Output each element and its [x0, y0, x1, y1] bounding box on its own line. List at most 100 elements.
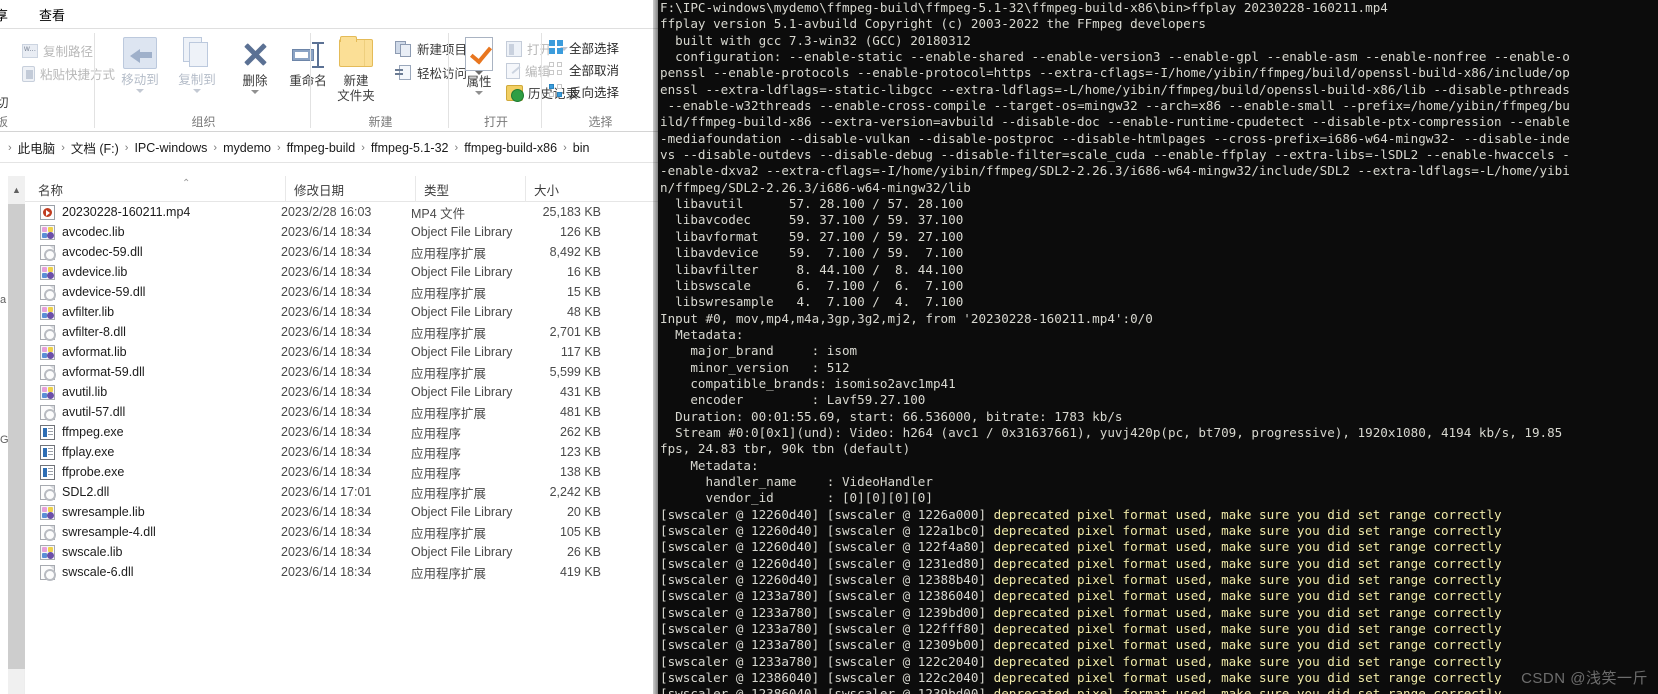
- column-header-type[interactable]: 类型: [415, 176, 525, 202]
- file-date-cell: 2023/6/14 18:34: [281, 325, 372, 339]
- properties-chevron-down-icon[interactable]: [475, 91, 483, 95]
- new-folder-button[interactable]: 新建 文件夹: [324, 36, 388, 104]
- terminal-line: libswresample 4. 7.100 / 4. 7.100: [660, 294, 964, 310]
- file-type-cell: MP4 文件: [411, 206, 466, 221]
- file-type-cell: Object File Library: [411, 545, 513, 559]
- file-name-cell[interactable]: avfilter-8.dll: [40, 324, 126, 341]
- file-size-cell: 15 KB: [566, 285, 601, 299]
- file-name-cell[interactable]: SDL2.dll: [40, 484, 110, 501]
- table-row[interactable]: swresample-4.dll 2023/6/14 18:34 应用程序扩展 105…: [26, 522, 658, 542]
- copy-path-command[interactable]: 复制路径: [22, 41, 93, 60]
- table-row[interactable]: avutil.lib 2023/6/14 18:34 Object File Lib…: [26, 382, 658, 402]
- file-date-cell: 2023/6/14 18:34: [281, 345, 372, 359]
- copy-to-button[interactable]: 复制到: [171, 37, 223, 93]
- terminal-line: [swscaler @ 1233a780] [swscaler @ 123860…: [660, 588, 1658, 604]
- table-row[interactable]: swscale.lib 2023/6/14 18:34 Object File Li…: [26, 542, 658, 562]
- table-row[interactable]: avfilter-8.dll 2023/6/14 18:34 应用程序扩展 2,701…: [26, 322, 658, 342]
- file-name-cell[interactable]: avformat-59.dll: [40, 364, 145, 381]
- cut-command-label[interactable]: 切: [0, 92, 9, 111]
- file-name-cell[interactable]: avformat.lib: [40, 344, 127, 360]
- breadcrumb-item-7[interactable]: bin: [573, 141, 590, 155]
- file-name-cell[interactable]: ffprobe.exe: [40, 464, 124, 480]
- dll-file-icon: [40, 244, 56, 261]
- breadcrumb-item-0[interactable]: 此电脑: [18, 138, 56, 157]
- file-type-cell: Object File Library: [411, 385, 513, 399]
- table-row[interactable]: ffplay.exe 2023/6/14 18:34 应用程序 123 KB: [26, 442, 658, 462]
- column-header-size[interactable]: 大小: [525, 176, 610, 202]
- delete-button[interactable]: 删除: [229, 39, 281, 94]
- breadcrumb-item-4[interactable]: ffmpeg-build: [287, 141, 356, 155]
- file-name-cell[interactable]: ffmpeg.exe: [40, 424, 124, 440]
- delete-chevron-down-icon[interactable]: [251, 90, 259, 94]
- column-header-type-label: 类型: [424, 183, 450, 198]
- terminal-line-prefix: [swscaler @ 12386040] [swscaler @ 122c20…: [660, 670, 994, 686]
- file-name-cell[interactable]: avutil.lib: [40, 384, 107, 400]
- table-row[interactable]: avutil-57.dll 2023/6/14 18:34 应用程序扩展 481 KB: [26, 402, 658, 422]
- file-name-cell[interactable]: avdevice-59.dll: [40, 284, 145, 301]
- tab-share[interactable]: 享: [0, 2, 17, 27]
- scroll-up-arrow-icon[interactable]: ▲: [8, 176, 25, 204]
- tab-view[interactable]: 查看: [30, 2, 74, 27]
- breadcrumb-item-5[interactable]: ffmpeg-5.1-32: [371, 141, 449, 155]
- terminal-line: Input #0, mov,mp4,m4a,3gp,3g2,mj2, from …: [660, 310, 1153, 326]
- table-row[interactable]: avformat-59.dll 2023/6/14 18:34 应用程序扩展 5,59…: [26, 362, 658, 382]
- file-type-cell: 应用程序: [411, 426, 462, 441]
- table-row[interactable]: swresample.lib 2023/6/14 18:34 Object File…: [26, 502, 658, 522]
- table-row[interactable]: avformat.lib 2023/6/14 18:34 Object File L…: [26, 342, 658, 362]
- breadcrumb[interactable]: › 此电脑 › 文档 (F:) › IPC-windows › mydemo ›…: [0, 133, 658, 163]
- file-name-cell[interactable]: swresample.lib: [40, 504, 145, 520]
- move-to-chevron-down-icon[interactable]: [136, 89, 144, 93]
- table-row[interactable]: avdevice.lib 2023/6/14 18:34 Object File L…: [26, 262, 658, 282]
- file-list-column-headers: 名称 ⌃ 修改日期 类型 大小: [0, 176, 658, 202]
- column-header-date[interactable]: 修改日期: [285, 176, 415, 202]
- file-name-cell[interactable]: ffplay.exe: [40, 444, 114, 460]
- table-row[interactable]: SDL2.dll 2023/6/14 17:01 应用程序扩展 2,242 KB: [26, 482, 658, 502]
- table-row[interactable]: avdevice-59.dll 2023/6/14 18:34 应用程序扩展 15 K…: [26, 282, 658, 302]
- table-row[interactable]: 20230228-160211.mp4 2023/2/28 16:03 MP4 文件…: [26, 202, 658, 222]
- breadcrumb-item-2[interactable]: IPC-windows: [134, 141, 207, 155]
- terminal-line-prefix: [swscaler @ 1233a780] [swscaler @ 12309b…: [660, 637, 994, 653]
- file-name-label: SDL2.dll: [62, 485, 110, 499]
- file-list[interactable]: 20230228-160211.mp4 2023/2/28 16:03 MP4 文件…: [26, 202, 658, 694]
- invert-selection-command[interactable]: 反向选择: [549, 82, 619, 101]
- file-name-cell[interactable]: avcodec.lib: [40, 224, 125, 240]
- file-name-cell[interactable]: 20230228-160211.mp4: [40, 204, 190, 220]
- file-date-cell: 2023/6/14 17:01: [281, 485, 372, 499]
- command-prompt-window[interactable]: F:\IPC-windows\mydemo\ffmpeg-build\ffmpe…: [658, 0, 1658, 694]
- table-row[interactable]: swscale-6.dll 2023/6/14 18:34 应用程序扩展 419 KB: [26, 562, 658, 582]
- properties-button[interactable]: 属性: [453, 37, 505, 95]
- move-to-icon: [123, 37, 157, 69]
- file-name-cell[interactable]: avfilter.lib: [40, 304, 114, 320]
- file-date-cell: 2023/6/14 18:34: [281, 425, 372, 439]
- table-row[interactable]: ffmpeg.exe 2023/6/14 18:34 应用程序 262 KB: [26, 422, 658, 442]
- column-header-name[interactable]: 名称 ⌃: [30, 176, 285, 202]
- table-row[interactable]: avcodec-59.dll 2023/6/14 18:34 应用程序扩展 8,492…: [26, 242, 658, 262]
- table-row[interactable]: avfilter.lib 2023/6/14 18:34 Object File L…: [26, 302, 658, 322]
- navigation-pane-scrollbar[interactable]: ▲: [8, 176, 25, 694]
- move-to-button[interactable]: 移动到: [114, 37, 166, 93]
- terminal-line: [swscaler @ 12260d40] [swscaler @ 122a1b…: [660, 523, 1658, 539]
- terminal-line: -mediafoundation --disable-vulkan --disa…: [660, 130, 1570, 146]
- breadcrumb-item-6[interactable]: ffmpeg-build-x86: [464, 141, 557, 155]
- breadcrumb-item-1[interactable]: 文档 (F:): [71, 138, 119, 157]
- table-row[interactable]: avcodec.lib 2023/6/14 18:34 Object File Li…: [26, 222, 658, 242]
- file-name-cell[interactable]: swscale.lib: [40, 544, 122, 560]
- copy-to-chevron-down-icon[interactable]: [193, 89, 201, 93]
- breadcrumb-item-3[interactable]: mydemo: [223, 141, 271, 155]
- table-row[interactable]: ffprobe.exe 2023/6/14 18:34 应用程序 138 KB: [26, 462, 658, 482]
- file-name-cell[interactable]: avcodec-59.dll: [40, 244, 143, 261]
- select-none-command[interactable]: 全部取消: [549, 60, 619, 79]
- folder-icon: [339, 36, 373, 67]
- scrollbar-thumb[interactable]: [8, 204, 25, 669]
- select-all-command[interactable]: 全部选择: [549, 38, 619, 57]
- terminal-warning-text: deprecated pixel format used, make sure …: [993, 670, 1502, 686]
- terminal-warning-text: deprecated pixel format used, make sure …: [993, 572, 1502, 588]
- lib-file-icon: [40, 224, 55, 240]
- ribbon-tabstrip: 享 查看: [0, 0, 658, 28]
- file-name-label: avutil-57.dll: [62, 405, 126, 419]
- terminal-line: ffplay version 5.1-avbuild Copyright (c)…: [660, 16, 1206, 32]
- file-name-cell[interactable]: avdevice.lib: [40, 264, 127, 280]
- file-name-cell[interactable]: swscale-6.dll: [40, 564, 134, 581]
- file-name-cell[interactable]: swresample-4.dll: [40, 524, 156, 541]
- file-name-cell[interactable]: avutil-57.dll: [40, 404, 126, 421]
